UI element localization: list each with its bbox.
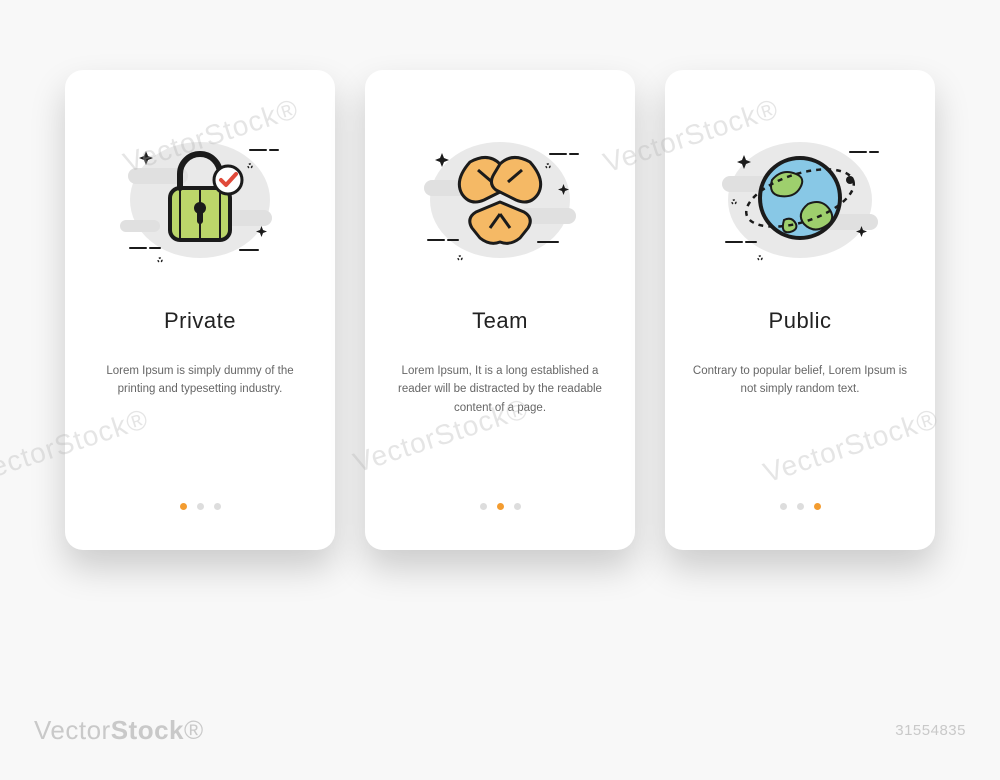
card-description: Lorem Ipsum is simply dummy of the print… bbox=[91, 362, 309, 399]
onboarding-card-team[interactable]: Team Lorem Ipsum, It is a long establish… bbox=[365, 70, 635, 550]
dot-2[interactable] bbox=[197, 503, 204, 510]
page-indicator bbox=[180, 503, 221, 520]
dot-3[interactable] bbox=[214, 503, 221, 510]
onboarding-card-public[interactable]: Public Contrary to popular belief, Lorem… bbox=[665, 70, 935, 550]
dot-2[interactable] bbox=[797, 503, 804, 510]
page-indicator bbox=[480, 503, 521, 520]
brand-bold: Stock bbox=[111, 715, 184, 745]
card-description: Lorem Ipsum, It is a long established a … bbox=[391, 362, 609, 417]
dot-3[interactable] bbox=[814, 503, 821, 510]
hands-icon bbox=[400, 110, 600, 280]
dot-3[interactable] bbox=[514, 503, 521, 510]
dot-2[interactable] bbox=[497, 503, 504, 510]
card-description: Contrary to popular belief, Lorem Ipsum … bbox=[691, 362, 909, 399]
brand-thin: Vector bbox=[34, 715, 111, 745]
onboarding-card-private[interactable]: Private Lorem Ipsum is simply dummy of t… bbox=[65, 70, 335, 550]
brand-logo: VectorStock® bbox=[34, 715, 204, 746]
dot-1[interactable] bbox=[780, 503, 787, 510]
image-id: 31554835 bbox=[895, 722, 966, 739]
card-title: Team bbox=[472, 308, 528, 334]
lock-icon bbox=[100, 110, 300, 280]
page-indicator bbox=[780, 503, 821, 520]
globe-icon bbox=[700, 110, 900, 280]
card-title: Public bbox=[769, 308, 832, 334]
onboarding-cards: Private Lorem Ipsum is simply dummy of t… bbox=[0, 0, 1000, 550]
stock-footer: VectorStock® 31554835 bbox=[0, 690, 1000, 780]
card-title: Private bbox=[164, 308, 236, 334]
dot-1[interactable] bbox=[180, 503, 187, 510]
dot-1[interactable] bbox=[480, 503, 487, 510]
